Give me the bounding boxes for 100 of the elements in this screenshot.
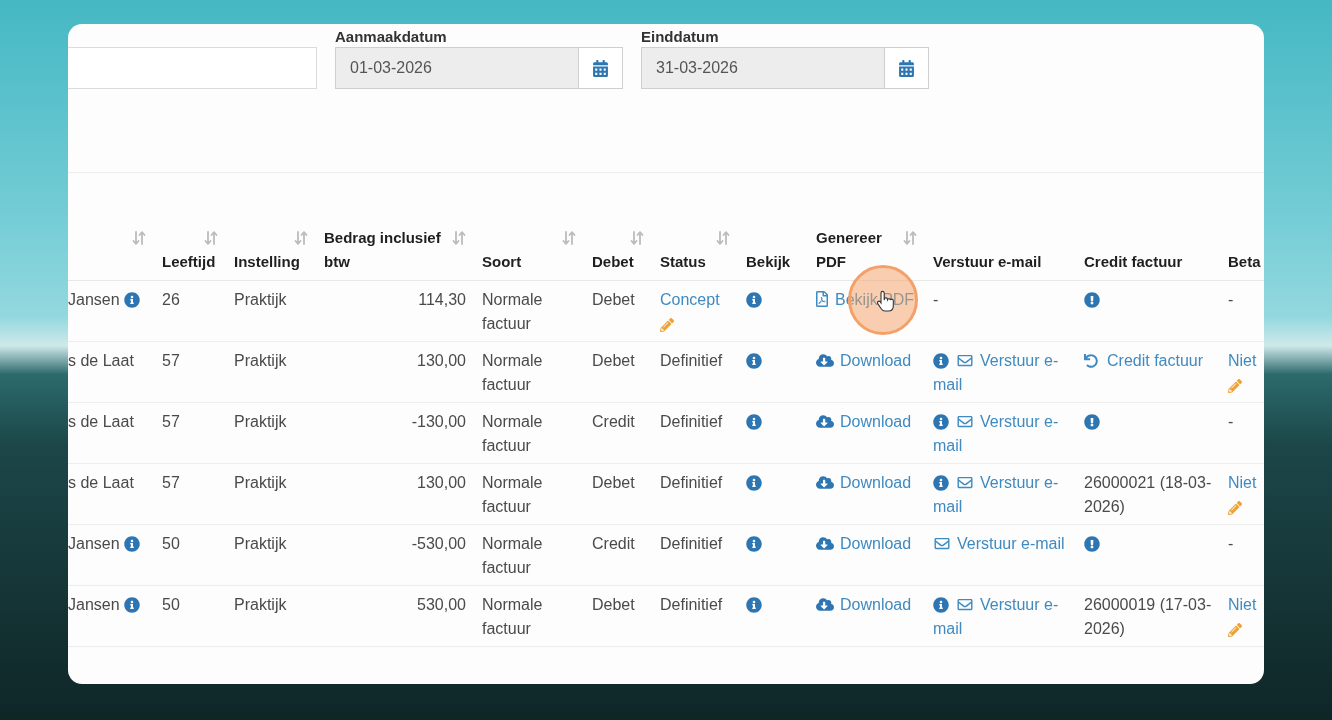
exclamation-icon [1084, 414, 1100, 430]
info-icon[interactable] [933, 597, 949, 613]
date-field[interactable]: 31-03-2026 [641, 47, 884, 89]
column-header[interactable]: Genereer PDF [816, 226, 899, 274]
info-icon[interactable] [933, 353, 949, 369]
table-cell: Definitief [652, 524, 738, 586]
table-cell: 130,00 [316, 463, 474, 525]
table-cell: 26000019 (17-03-2026) [1076, 585, 1220, 647]
client-name: Jansen [68, 596, 120, 613]
input-field[interactable] [68, 47, 317, 89]
date-field[interactable]: 01-03-2026 [335, 47, 578, 89]
info-icon[interactable] [123, 597, 140, 613]
cloud-download-icon [816, 597, 834, 612]
table-cell: 530,00 [316, 585, 474, 647]
table-cell: 57 [154, 463, 226, 525]
calendar-icon [899, 59, 914, 77]
download-link[interactable]: Download [816, 474, 912, 491]
payment-status-link[interactable]: Niet [1228, 352, 1257, 369]
info-icon[interactable] [746, 353, 762, 369]
payment-status-link[interactable]: Niet [1228, 474, 1257, 491]
send-email-link[interactable]: Verstuur e-mail [933, 532, 1068, 556]
cloud-download-icon [816, 536, 834, 551]
table-cell: Praktijk [226, 341, 316, 403]
client-name: s de Laat [68, 474, 134, 491]
download-link[interactable]: Download [816, 352, 912, 369]
table-cell: Praktijk [226, 280, 316, 342]
envelope-icon [933, 536, 951, 551]
info-icon[interactable] [746, 536, 762, 552]
credit-invoice-link[interactable]: Credit factuur [1084, 352, 1204, 369]
column-header: Bekijk [746, 252, 791, 272]
info-icon[interactable] [746, 414, 762, 430]
calendar-icon [593, 59, 608, 77]
table-cell: Credit [584, 402, 652, 464]
table-cell: - [1220, 524, 1264, 586]
info-icon[interactable] [933, 414, 949, 430]
field-label: Einddatum [641, 28, 719, 46]
cloud-download-icon [816, 414, 834, 429]
status-link[interactable]: Concept [660, 291, 720, 308]
calendar-button[interactable] [578, 47, 623, 89]
pdf-file-icon [816, 291, 828, 307]
table-cell: Definitief [652, 402, 738, 464]
table-cell: Debet [584, 341, 652, 403]
payment-status-link[interactable]: Niet [1228, 596, 1257, 613]
column-header[interactable]: Instelling [234, 250, 300, 274]
download-link[interactable]: Download [816, 413, 912, 430]
column-header[interactable]: Debet [592, 250, 634, 274]
table-cell: Normale factuur [474, 402, 584, 464]
table-cell: 26000021 (18-03-2026) [1076, 463, 1220, 525]
table-cell: Normale factuur [474, 524, 584, 586]
client-name: Jansen [68, 291, 120, 308]
table-cell: Definitief [652, 463, 738, 525]
column-header[interactable]: Status [660, 250, 706, 274]
info-icon[interactable] [123, 292, 140, 308]
client-name: Jansen [68, 535, 120, 552]
table-cell: Normale factuur [474, 463, 584, 525]
info-icon[interactable] [933, 475, 949, 491]
info-icon[interactable] [746, 292, 762, 308]
table-cell: Praktijk [226, 585, 316, 647]
table-cell: Debet [584, 585, 652, 647]
column-header[interactable]: Soort [482, 250, 522, 274]
send-email-link[interactable]: Verstuur e-mail [933, 593, 1068, 641]
info-icon[interactable] [123, 536, 140, 552]
download-link[interactable]: Download [816, 535, 912, 552]
table-cell: 57 [154, 402, 226, 464]
info-icon[interactable] [746, 475, 762, 491]
table-cell: Debet [584, 280, 652, 342]
table-cell: Normale factuur [474, 280, 584, 342]
column-header[interactable]: Leeftijd [162, 250, 216, 274]
client-name: s de Laat [68, 413, 134, 430]
table-cell: Praktijk [226, 402, 316, 464]
cloud-download-icon [816, 353, 834, 368]
calendar-button[interactable] [884, 47, 929, 89]
column-header: Verstuur e-mail [933, 252, 1042, 272]
table-cell: Normale factuur [474, 341, 584, 403]
table-cell: Definitief [652, 341, 738, 403]
envelope-icon [956, 414, 974, 429]
envelope-icon [956, 475, 974, 490]
cloud-download-icon [816, 475, 834, 490]
exclamation-icon [1084, 292, 1100, 308]
send-email-link[interactable]: Verstuur e-mail [933, 471, 1068, 519]
field-label: Aanmaakdatum [335, 28, 447, 46]
table-cell: - [933, 291, 939, 308]
table-cell: 130,00 [316, 341, 474, 403]
undo-icon [1084, 354, 1098, 368]
table-cell: - [1220, 402, 1264, 464]
table-cell: Praktijk [226, 524, 316, 586]
envelope-icon [956, 597, 974, 612]
send-email-link[interactable]: Verstuur e-mail [933, 349, 1068, 397]
table-cell: - [1220, 280, 1264, 342]
table-cell: -530,00 [316, 524, 474, 586]
exclamation-icon [1084, 536, 1100, 552]
column-header[interactable]: Bedrag inclusief btw [324, 226, 448, 274]
envelope-icon [956, 353, 974, 368]
info-icon[interactable] [746, 597, 762, 613]
table-cell: Debet [584, 463, 652, 525]
download-link[interactable]: Download [816, 596, 912, 613]
table-cell: Normale factuur [474, 585, 584, 647]
table-cell: 50 [154, 585, 226, 647]
send-email-link[interactable]: Verstuur e-mail [933, 410, 1068, 458]
table-cell: 26 [154, 280, 226, 342]
